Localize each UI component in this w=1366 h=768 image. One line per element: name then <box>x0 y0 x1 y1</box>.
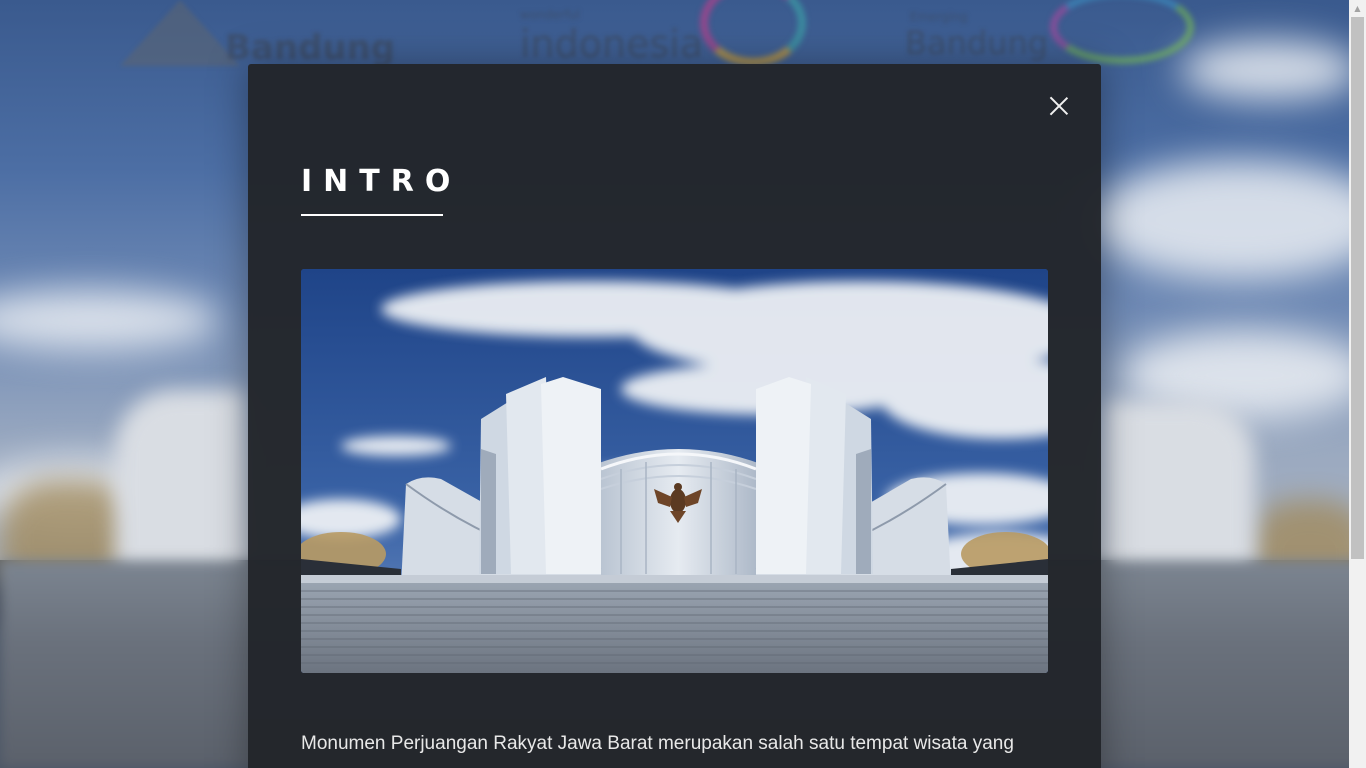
intro-modal: INTRO Monumen Perjuangan Rakyat Jawa Bar… <box>248 64 1101 768</box>
scrollbar-thumb[interactable] <box>1351 17 1364 559</box>
monument-photo <box>301 269 1048 673</box>
wonderful-indonesia-logo: indonesia <box>520 22 704 66</box>
modal-title: INTRO <box>301 164 462 199</box>
background-cloud <box>1180 40 1360 100</box>
intro-paragraph: Monumen Perjuangan Rakyat Jawa Barat mer… <box>301 733 1014 754</box>
mountain-logo-text: Bandung <box>225 28 396 68</box>
mountain-logo-icon <box>120 0 240 66</box>
title-underline <box>301 214 443 216</box>
monument-photo-image <box>301 269 1048 673</box>
scroll-up-arrow-icon[interactable]: ▲ <box>1349 0 1366 17</box>
bandung-logo: Bandung <box>905 24 1049 62</box>
wonderful-indonesia-small: wonderful <box>520 8 580 22</box>
close-icon[interactable] <box>1043 90 1075 122</box>
page-scrollbar[interactable]: ▲ <box>1349 0 1366 768</box>
bandung-logo-small: Emerging <box>910 10 968 24</box>
